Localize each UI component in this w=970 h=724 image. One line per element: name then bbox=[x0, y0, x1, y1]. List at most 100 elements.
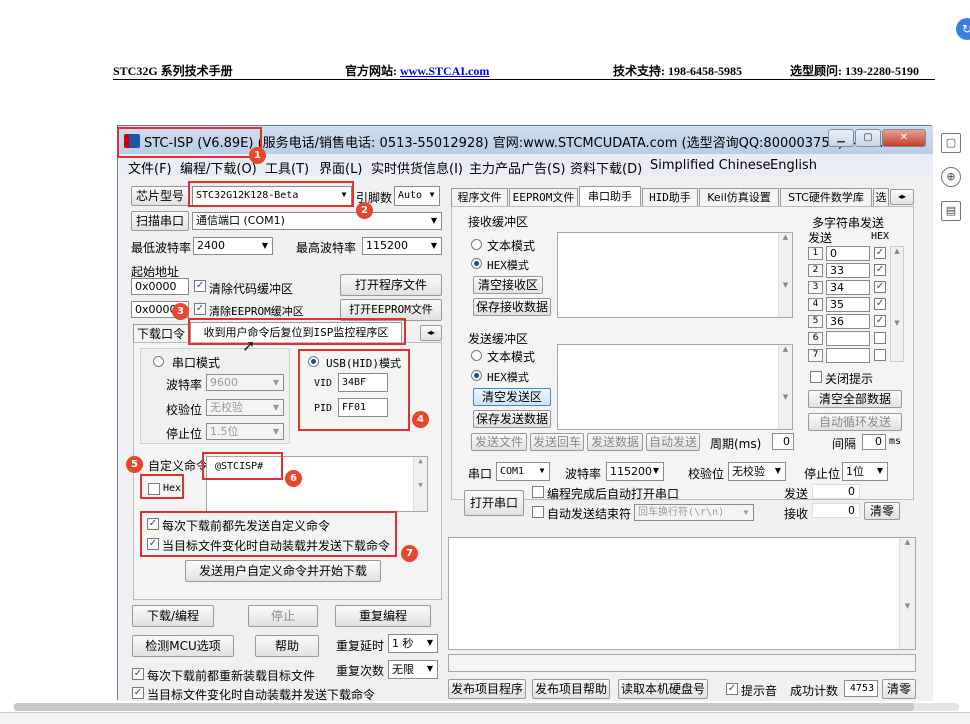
period-input[interactable]: 0 bbox=[772, 433, 794, 450]
scan-port-button[interactable]: 扫描串口 bbox=[131, 211, 189, 231]
baud-select[interactable]: 9600 ▼ bbox=[206, 374, 284, 391]
end-char-select[interactable]: 回车换行符(\r\n) ▼ bbox=[634, 504, 754, 521]
clear-success-button[interactable]: 清零 bbox=[882, 679, 916, 699]
send-file-button[interactable]: 发送文件 bbox=[471, 433, 527, 451]
multi-hex-checkbox[interactable] bbox=[874, 349, 886, 361]
multi-send-button[interactable]: 4 bbox=[808, 298, 823, 311]
publish-program-button[interactable]: 发布项目程序 bbox=[448, 679, 526, 699]
download-button[interactable]: 下载/编程 bbox=[132, 605, 214, 627]
multi-send-input[interactable]: 0 bbox=[826, 246, 870, 261]
clear-recv-button[interactable]: 清空接收区 bbox=[473, 276, 543, 294]
multi-send-input[interactable]: 35 bbox=[826, 297, 870, 312]
recv-buffer-area[interactable]: ▲ ▼ bbox=[557, 232, 793, 318]
tab-eeprom-file[interactable]: EEPROM文件 bbox=[509, 188, 578, 206]
scrollbar[interactable]: ▲ ▼ bbox=[778, 345, 792, 429]
multi-send-button[interactable]: 5 bbox=[808, 315, 823, 328]
serial-mode-radio[interactable] bbox=[153, 356, 164, 367]
menu-ui[interactable]: 界面(L) bbox=[319, 158, 362, 177]
clear-eeprom-checkbox[interactable]: ✓ bbox=[194, 303, 206, 315]
maximize-icon[interactable]: ▢ bbox=[855, 129, 881, 147]
zoom-in-icon[interactable]: ⊕ bbox=[941, 167, 961, 187]
save-send-button[interactable]: 保存发送数据 bbox=[473, 410, 551, 428]
menu-docs[interactable]: 资料下载(D) bbox=[570, 158, 642, 177]
reload-each-checkbox[interactable]: ✓ bbox=[132, 668, 144, 680]
send-text-radio[interactable] bbox=[471, 350, 482, 361]
read-hdd-button[interactable]: 读取本机硬盘号 bbox=[618, 679, 708, 699]
site-link[interactable]: www.STCAI.com bbox=[400, 64, 489, 78]
clear-code-checkbox[interactable]: ✓ bbox=[194, 280, 206, 292]
tab-serial-assistant[interactable]: 串口助手 bbox=[579, 186, 641, 206]
clear-all-button[interactable]: 清空全部数据 bbox=[808, 390, 902, 408]
auto-end-checkbox[interactable] bbox=[532, 506, 544, 518]
open-port-button[interactable]: 打开串口 bbox=[464, 490, 524, 516]
min-baud-select[interactable]: 2400 ▼ bbox=[193, 237, 273, 255]
auto-send-button[interactable]: 自动发送 bbox=[646, 433, 700, 451]
menu-file[interactable]: 文件(F) bbox=[128, 158, 172, 177]
send-custom-button[interactable]: 发送用户自定义命令并开始下载 bbox=[185, 560, 381, 582]
send-hex-radio[interactable] bbox=[471, 370, 482, 381]
menu-tools[interactable]: 工具(T) bbox=[265, 158, 309, 177]
auto-reload-checkbox[interactable]: ✓ bbox=[132, 687, 144, 699]
stop-button[interactable]: 停止 bbox=[248, 605, 318, 627]
multi-hex-checkbox[interactable] bbox=[874, 332, 886, 344]
multi-send-button[interactable]: 3 bbox=[808, 281, 823, 294]
tab-hid-assistant[interactable]: HID助手 bbox=[642, 188, 698, 206]
multi-send-input[interactable] bbox=[826, 348, 870, 363]
repeat-count-select[interactable]: 无限 ▼ bbox=[388, 660, 438, 679]
tab-stc-math-lib[interactable]: STC硬件数学库 bbox=[780, 188, 872, 206]
fit-page-icon[interactable]: ▢ bbox=[941, 133, 961, 153]
parity-bit-combo[interactable]: 无校验 ▼ bbox=[728, 462, 786, 481]
multi-send-button[interactable]: 1 bbox=[808, 247, 823, 260]
multi-scrollbar[interactable]: ▲ ▼ bbox=[890, 246, 904, 362]
stop-bit-combo[interactable]: 1位 ▼ bbox=[842, 462, 888, 481]
multi-send-button[interactable]: 2 bbox=[808, 264, 823, 277]
parity-select[interactable]: 无校验 ▼ bbox=[206, 399, 284, 416]
clear-count-button[interactable]: 清零 bbox=[864, 502, 900, 520]
interval-input[interactable]: 0 bbox=[862, 434, 886, 450]
multi-hex-checkbox[interactable]: ✓ bbox=[874, 281, 886, 293]
multi-hex-checkbox[interactable]: ✓ bbox=[874, 315, 886, 327]
multi-send-button[interactable]: 7 bbox=[808, 349, 823, 362]
menu-ads[interactable]: 主力产品广告(S) bbox=[469, 158, 565, 177]
menu-program[interactable]: 编程/下载(O) bbox=[180, 158, 257, 177]
minimize-icon[interactable]: ▁ bbox=[828, 129, 854, 147]
multi-hex-checkbox[interactable]: ✓ bbox=[874, 298, 886, 310]
publish-help-button[interactable]: 发布项目帮助 bbox=[532, 679, 610, 699]
recv-hex-radio[interactable] bbox=[471, 258, 482, 269]
scrollbar-thumb[interactable] bbox=[14, 703, 914, 711]
port-combo[interactable]: COM1 ▼ bbox=[496, 462, 550, 481]
tab-program-file[interactable]: 程序文件 bbox=[451, 188, 508, 206]
multi-hex-checkbox[interactable]: ✓ bbox=[874, 264, 886, 276]
close-icon[interactable]: ✕ bbox=[882, 129, 926, 147]
horizontal-scrollbar[interactable] bbox=[14, 703, 959, 711]
multi-send-input[interactable]: 36 bbox=[826, 314, 870, 329]
max-baud-select[interactable]: 115200 ▼ bbox=[362, 237, 442, 255]
tab-more[interactable]: 选 bbox=[873, 188, 889, 206]
chip-model-button[interactable]: 芯片型号 bbox=[131, 186, 189, 206]
send-buffer-area[interactable]: ▲ ▼ bbox=[557, 344, 793, 430]
repeat-program-button[interactable]: 重复编程 bbox=[335, 605, 431, 627]
code-addr-input[interactable]: 0x0000 bbox=[131, 278, 189, 295]
clear-send-button[interactable]: 清空发送区 bbox=[473, 388, 551, 406]
repeat-delay-select[interactable]: 1 秒 ▼ bbox=[388, 634, 438, 653]
scrollbar[interactable]: ▲ ▼ bbox=[899, 538, 915, 649]
send-return-button[interactable]: 发送回车 bbox=[530, 433, 584, 451]
print-icon[interactable]: ▤ bbox=[941, 201, 961, 221]
baud-rate-combo[interactable]: 115200 ▼ bbox=[606, 462, 664, 481]
tab-keil-settings[interactable]: Keil仿真设置 bbox=[699, 188, 779, 206]
recv-text-radio[interactable] bbox=[471, 239, 482, 250]
menu-chinese[interactable]: Simplified Chinese bbox=[650, 158, 771, 173]
auto-loop-button[interactable]: 自动循环发送 bbox=[808, 413, 902, 431]
menu-english[interactable]: English bbox=[770, 158, 817, 173]
multi-send-input[interactable]: 33 bbox=[826, 263, 870, 278]
scrollbar[interactable]: ▲ ▼ bbox=[778, 233, 792, 317]
tab-download-password[interactable]: 下载口令 bbox=[133, 324, 189, 343]
port-select[interactable]: 通信端口 (COM1) ▼ bbox=[192, 212, 442, 230]
detect-mcu-button[interactable]: 检测MCU选项 bbox=[132, 635, 234, 657]
tab-scroll-arrows[interactable]: ◂▸ bbox=[890, 189, 914, 205]
multi-send-button[interactable]: 6 bbox=[808, 332, 823, 345]
help-button[interactable]: 帮助 bbox=[255, 635, 319, 657]
menu-supply[interactable]: 实时供货信息(I) bbox=[371, 158, 463, 177]
scrollbar[interactable]: ▲ ▼ bbox=[413, 457, 427, 511]
save-recv-button[interactable]: 保存接收数据 bbox=[473, 298, 551, 316]
